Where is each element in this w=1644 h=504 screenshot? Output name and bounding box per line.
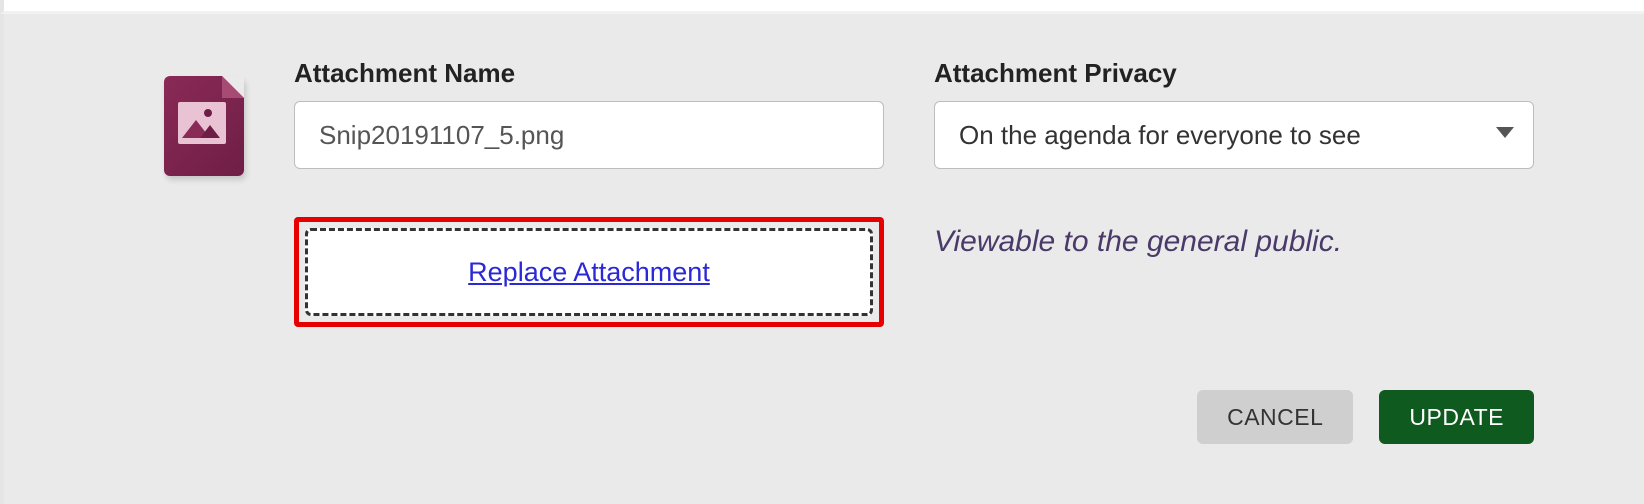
photo-glyph bbox=[178, 102, 226, 144]
attachment-privacy-select[interactable]: On the agenda for everyone to see bbox=[934, 101, 1534, 169]
attachment-privacy-label: Attachment Privacy bbox=[934, 58, 1534, 89]
replace-attachment-dropzone[interactable]: Replace Attachment bbox=[305, 228, 873, 316]
panel-top-edge bbox=[0, 0, 1644, 14]
attachment-name-column: Attachment Name Replace Attachment bbox=[294, 58, 884, 327]
cancel-button[interactable]: CANCEL bbox=[1197, 390, 1353, 444]
form-grid: Attachment Name Replace Attachment Attac… bbox=[164, 58, 1534, 327]
attachment-privacy-column: Attachment Privacy On the agenda for eve… bbox=[934, 58, 1534, 259]
privacy-hint-text: Viewable to the general public. bbox=[934, 225, 1534, 259]
attachment-name-label: Attachment Name bbox=[294, 58, 884, 89]
attachment-privacy-selected-value: On the agenda for everyone to see bbox=[959, 120, 1361, 151]
replace-attachment-highlight: Replace Attachment bbox=[294, 217, 884, 327]
attachment-edit-panel: Attachment Name Replace Attachment Attac… bbox=[0, 14, 1644, 504]
update-button[interactable]: UPDATE bbox=[1379, 390, 1534, 444]
file-body-shape bbox=[164, 76, 244, 176]
attachment-privacy-select-wrap: On the agenda for everyone to see bbox=[934, 101, 1534, 169]
replace-attachment-link[interactable]: Replace Attachment bbox=[468, 257, 710, 288]
dialog-buttons: CANCEL UPDATE bbox=[1197, 390, 1534, 444]
attachment-name-input[interactable] bbox=[294, 101, 884, 169]
image-file-icon bbox=[164, 76, 244, 176]
file-thumbnail bbox=[164, 58, 294, 176]
